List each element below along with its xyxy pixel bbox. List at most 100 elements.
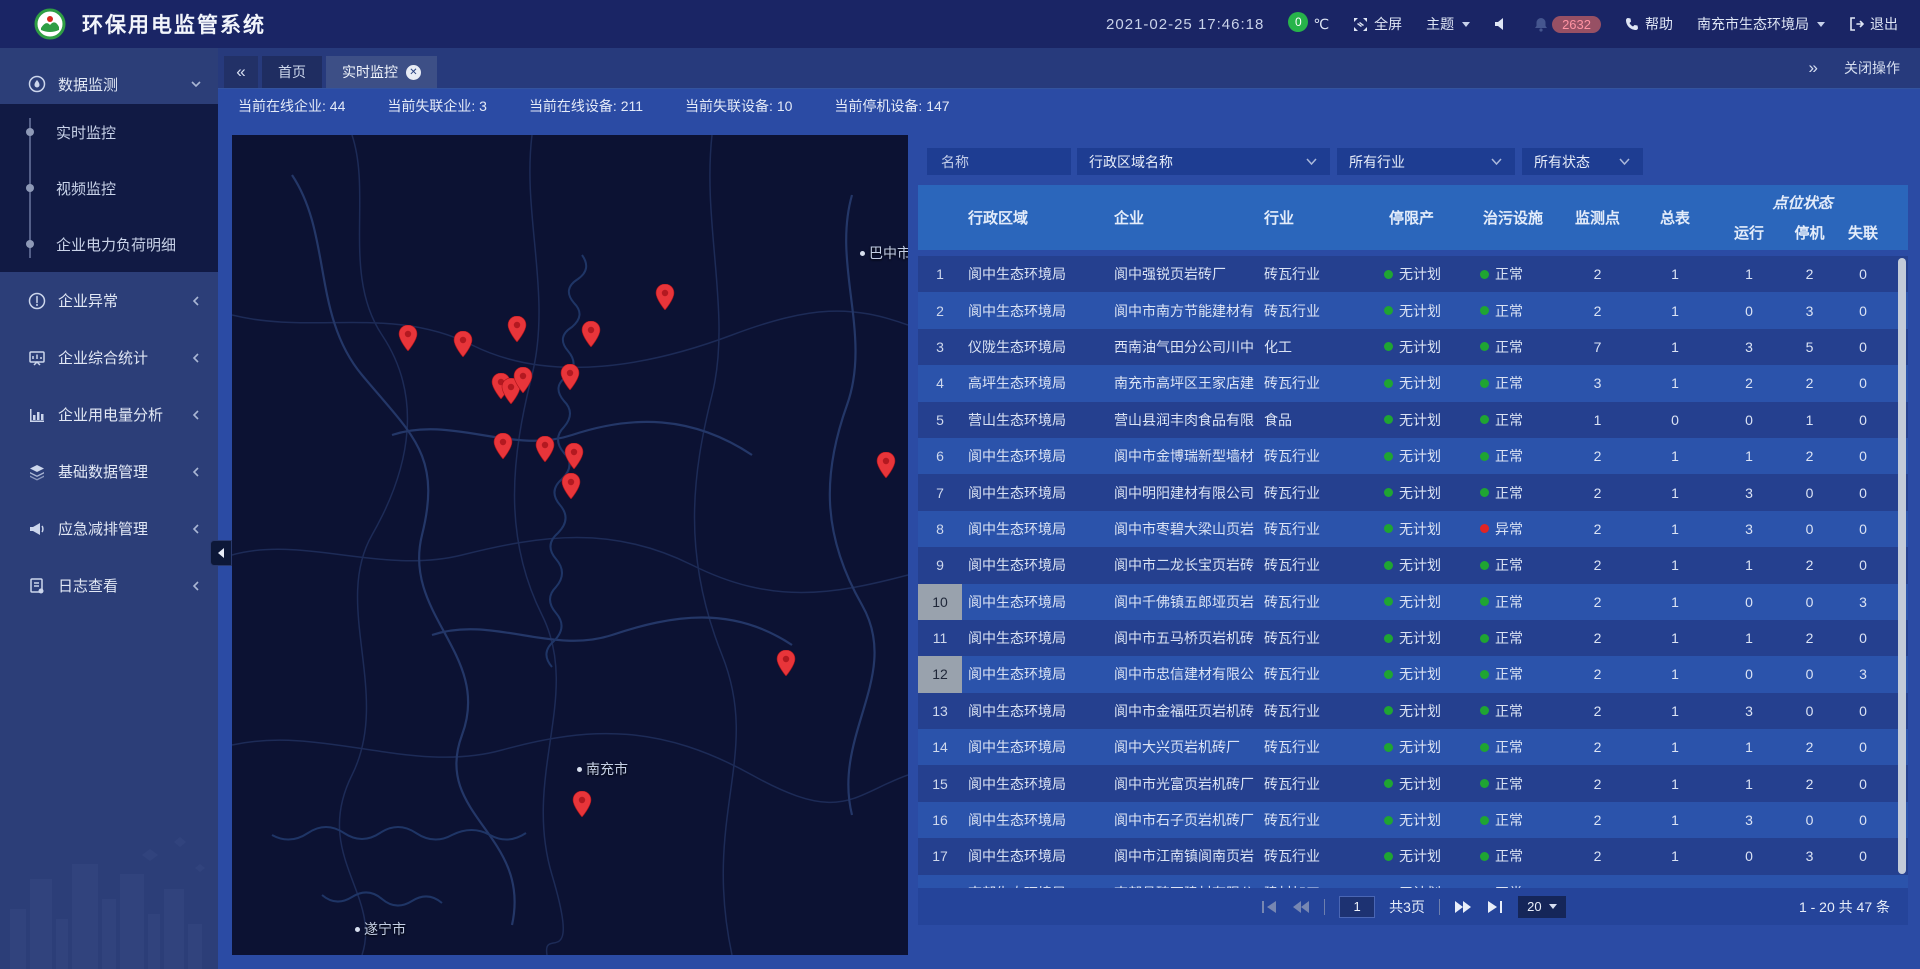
cell-run-count: 1: [1715, 256, 1783, 292]
table-row[interactable]: 1 阆中生态环境局 阆中强锐页岩砖厂 砖瓦行业 无计划 正常 2 1 1: [918, 256, 1908, 292]
status-dot-green-icon: [1384, 816, 1393, 825]
table-body: 1 阆中生态环境局 阆中强锐页岩砖厂 砖瓦行业 无计划 正常 2 1 1: [918, 256, 1908, 888]
table-row[interactable]: 2 阆中生态环境局 阆中市南方节能建材有 砖瓦行业 无计划 正常 2 1 0: [918, 292, 1908, 328]
map-pin-icon[interactable]: [564, 443, 584, 469]
gauge-icon: [28, 75, 46, 93]
close-operations-button[interactable]: 关闭操作: [1844, 58, 1900, 78]
sidebar-item-video-monitoring[interactable]: 视频监控: [0, 160, 218, 216]
table-row[interactable]: 10 阆中生态环境局 阆中千佛镇五郎垭页岩 砖瓦行业 无计划 正常 2 1 0: [918, 584, 1908, 620]
organization-dropdown[interactable]: 南充市生态环境局: [1697, 14, 1825, 34]
help-button[interactable]: 帮助: [1625, 14, 1673, 34]
table-row[interactable]: 16 阆中生态环境局 阆中市石子页岩机砖厂 砖瓦行业 无计划 正常 2 1 3: [918, 802, 1908, 838]
table-row[interactable]: 5 营山生态环境局 营山县润丰肉食品有限 食品 无计划 正常 1 0 0: [918, 402, 1908, 438]
tab-scroll-right-button[interactable]: »: [1809, 58, 1818, 78]
cell-lost-count: 0: [1836, 256, 1890, 292]
cell-stopped-count: 0: [1783, 511, 1836, 547]
table-row[interactable]: 7 阆中生态环境局 阆中明阳建材有限公司 砖瓦行业 无计划 正常 2 1 3: [918, 474, 1908, 510]
sidebar-item-data-monitoring[interactable]: 数据监测: [0, 64, 218, 104]
name-input-field[interactable]: [939, 153, 1059, 171]
cell-total-count: 0: [1635, 402, 1715, 438]
map-pin-icon[interactable]: [535, 436, 555, 462]
map-pin-icon[interactable]: [876, 452, 896, 478]
status-dot-icon: [1480, 306, 1489, 315]
map-pin-icon[interactable]: [655, 284, 675, 310]
map-pin-icon[interactable]: [776, 650, 796, 676]
cell-monitor-count: 2: [1560, 292, 1635, 328]
pagination-bar: 共3页 20 1 - 20 共 47 条: [918, 888, 1908, 925]
chevron-down-icon: [1490, 155, 1503, 168]
table-row[interactable]: 14 阆中生态环境局 阆中大兴页岩机砖厂 砖瓦行业 无计划 正常 2 1 1: [918, 729, 1908, 765]
status-dot-icon: [1480, 779, 1489, 788]
page-number-input[interactable]: [1339, 896, 1375, 918]
cell-facility-status: 正常: [1474, 802, 1560, 838]
chevron-down-icon: [1817, 22, 1825, 27]
tab-realtime-monitoring[interactable]: 实时监控 ✕: [326, 56, 437, 88]
cell-limit-status: 无计划: [1378, 693, 1474, 729]
map-pin-icon[interactable]: [561, 473, 581, 499]
industry-select[interactable]: 所有行业: [1337, 148, 1515, 175]
map-pin-icon[interactable]: [513, 367, 533, 393]
sidebar-item-power-load-detail[interactable]: 企业电力负荷明细: [0, 216, 218, 272]
map-pin-icon[interactable]: [581, 321, 601, 347]
sidebar-item-enterprise-abnormal[interactable]: 企业异常: [0, 272, 218, 329]
tab-scroll-left-button[interactable]: «: [224, 56, 258, 88]
map-pin-icon[interactable]: [560, 364, 580, 390]
status-dot-green-icon: [1384, 524, 1393, 533]
last-page-button[interactable]: [1486, 900, 1504, 914]
table-row[interactable]: 12 阆中生态环境局 阆中市忠信建材有限公 砖瓦行业 无计划 正常 2 1 0: [918, 656, 1908, 692]
sidebar-item-enterprise-statistics[interactable]: 企业综合统计: [0, 329, 218, 386]
region-select[interactable]: 行政区域名称: [1077, 148, 1330, 175]
cell-run-count: 2: [1715, 365, 1783, 401]
sidebar-item-realtime-monitoring[interactable]: 实时监控: [0, 104, 218, 160]
table-row[interactable]: 4 高坪生态环境局 南充市高坪区王家店建 砖瓦行业 无计划 正常 3 1 2: [918, 365, 1908, 401]
map-pin-icon[interactable]: [507, 316, 527, 342]
chevron-left-icon: [190, 295, 202, 307]
table-row[interactable]: 17 阆中生态环境局 阆中市江南镇阆南页岩 砖瓦行业 无计划 正常 2 1 0: [918, 838, 1908, 874]
table-row[interactable]: 9 阆中生态环境局 阆中市二龙长宝页岩砖 砖瓦行业 无计划 正常 2 1 1: [918, 547, 1908, 583]
notification-area[interactable]: 2632: [1534, 16, 1601, 33]
cell-monitor-count: 2: [1560, 474, 1635, 510]
cell-region: 阆中生态环境局: [962, 620, 1108, 656]
status-dot-icon: [1480, 452, 1489, 461]
table-row[interactable]: 11 阆中生态环境局 阆中市五马桥页岩机砖 砖瓦行业 无计划 正常 2 1 1: [918, 620, 1908, 656]
theme-dropdown[interactable]: 主题: [1426, 14, 1470, 34]
cell-run-count: 0: [1715, 402, 1783, 438]
fullscreen-button[interactable]: 全屏: [1353, 14, 1402, 34]
table-row[interactable]: 15 阆中生态环境局 阆中市光富页岩机砖厂 砖瓦行业 无计划 正常 2 1 1: [918, 765, 1908, 801]
cell-facility-status: 正常: [1474, 474, 1560, 510]
status-select[interactable]: 所有状态: [1522, 148, 1643, 175]
cell-monitor-count: 2: [1560, 584, 1635, 620]
map-panel[interactable]: 巴中市 南充市 遂宁市: [232, 135, 908, 955]
map-pin-icon[interactable]: [398, 325, 418, 351]
table-row[interactable]: 8 阆中生态环境局 阆中市枣碧大梁山页岩 砖瓦行业 无计划 异常 2 1 3: [918, 511, 1908, 547]
chevron-down-icon: [1549, 904, 1557, 909]
table-row[interactable]: 6 阆中生态环境局 阆中市金博瑞新型墙材 砖瓦行业 无计划 正常 2 1 1: [918, 438, 1908, 474]
prev-page-button[interactable]: [1292, 900, 1310, 914]
map-pin-icon[interactable]: [572, 791, 592, 817]
logout-button[interactable]: 退出: [1849, 14, 1898, 34]
cell-stopped-count: 2: [1783, 438, 1836, 474]
search-name-input[interactable]: [927, 148, 1071, 175]
table-row[interactable]: 3 仪陇生态环境局 西南油气田分公司川中 化工 无计划 正常 7 1 3: [918, 329, 1908, 365]
sidebar-item-power-analysis[interactable]: 企业用电量分析: [0, 386, 218, 443]
row-index: 7: [918, 474, 962, 510]
speaker-icon[interactable]: [1494, 17, 1510, 31]
next-page-button[interactable]: [1454, 900, 1472, 914]
cell-facility-status: 正常: [1474, 402, 1560, 438]
sidebar-item-base-data-management[interactable]: 基础数据管理: [0, 443, 218, 500]
sidebar-item-log-view[interactable]: 日志查看: [0, 557, 218, 614]
sidebar-collapse-handle[interactable]: [210, 540, 232, 566]
cell-monitor-count: 2: [1560, 511, 1635, 547]
map-pin-icon[interactable]: [493, 433, 513, 459]
sidebar-item-emergency-reduction[interactable]: 应急减排管理: [0, 500, 218, 557]
tab-home[interactable]: 首页: [262, 56, 322, 88]
map-pin-icon[interactable]: [453, 331, 473, 357]
table-row[interactable]: 13 阆中生态环境局 阆中市金福旺页岩机砖 砖瓦行业 无计划 正常 2 1 3: [918, 693, 1908, 729]
status-stat: 当前失联设备: 10: [685, 96, 792, 116]
table-row[interactable]: 18 南部生态环境局 南部县砖瓦建材有限公 建材加工 无计划 正常 2 1 0: [918, 875, 1908, 888]
table-scrollbar[interactable]: [1898, 258, 1906, 874]
cell-stopped-count: 2: [1783, 729, 1836, 765]
page-size-select[interactable]: 20: [1518, 896, 1566, 918]
tab-close-icon[interactable]: ✕: [406, 65, 421, 80]
first-page-button[interactable]: [1260, 900, 1278, 914]
